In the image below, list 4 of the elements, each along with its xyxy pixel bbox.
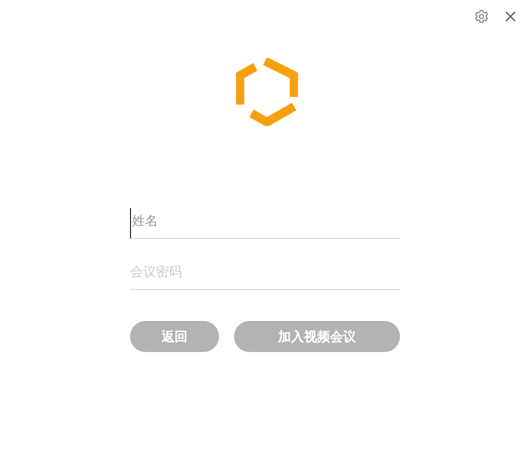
- hexagon-logo: [236, 58, 298, 126]
- input-field[interactable]: 姓名: [130, 208, 400, 239]
- settings-icon[interactable]: [474, 8, 489, 24]
- close-icon[interactable]: [505, 10, 516, 22]
